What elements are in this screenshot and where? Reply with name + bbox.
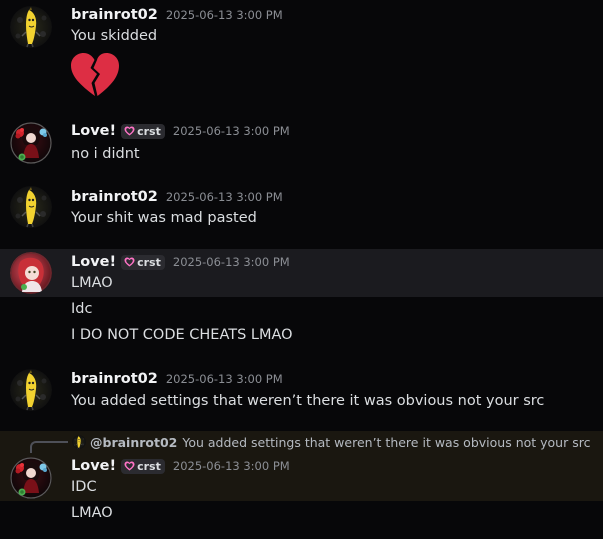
message-6: Love! crst 2025-06-13 3:00 PM IDC LMAO (0, 451, 603, 539)
message-2: Love! crst 2025-06-13 3:00 PM no i didnt (0, 110, 603, 172)
message-text: You skidded (71, 28, 158, 44)
message-header: brainrot02 2025-06-13 3:00 PM (71, 369, 283, 389)
banana-avatar-icon (10, 369, 52, 411)
timestamp[interactable]: 2025-06-13 3:00 PM (173, 255, 290, 269)
guild-tag-label: crst (137, 255, 161, 269)
username[interactable]: Love! (71, 254, 116, 270)
broken-heart-emoji[interactable] (70, 52, 120, 98)
heart-tag-icon (124, 461, 135, 471)
avatar[interactable] (10, 457, 52, 499)
username[interactable]: brainrot02 (71, 7, 158, 23)
avatar[interactable] (10, 369, 52, 411)
username[interactable]: Love! (71, 458, 116, 474)
message-header: brainrot02 2025-06-13 3:00 PM (71, 187, 283, 207)
username[interactable]: brainrot02 (71, 371, 158, 387)
message-text: You added settings that weren’t there it… (71, 393, 545, 409)
timestamp[interactable]: 2025-06-13 3:00 PM (166, 190, 283, 204)
heart-tag-icon (124, 257, 135, 267)
message-text: LMAO (71, 505, 113, 521)
message-header: brainrot02 2025-06-13 3:00 PM (71, 5, 283, 25)
message-header: Love! crst 2025-06-13 3:00 PM (71, 121, 290, 141)
heart-tag-icon (124, 126, 135, 136)
message-4: Love! crst 2025-06-13 3:00 PM LMAO Idc I… (0, 249, 603, 357)
timestamp[interactable]: 2025-06-13 3:00 PM (166, 8, 283, 22)
username[interactable]: brainrot02 (71, 189, 158, 205)
message-text: LMAO (71, 275, 113, 291)
avatar[interactable] (10, 6, 52, 48)
message-3: brainrot02 2025-06-13 3:00 PM Your shit … (0, 172, 603, 248)
banana-avatar-icon (72, 435, 86, 449)
guild-tag[interactable]: crst (121, 458, 165, 474)
avatar[interactable] (10, 122, 52, 164)
love-avatar-icon (10, 252, 52, 294)
message-text: no i didnt (71, 146, 140, 162)
timestamp[interactable]: 2025-06-13 3:00 PM (173, 124, 290, 138)
message-5: brainrot02 2025-06-13 3:00 PM You added … (0, 357, 603, 431)
guild-tag-label: crst (137, 124, 161, 138)
avatar[interactable] (10, 186, 52, 228)
timestamp[interactable]: 2025-06-13 3:00 PM (173, 459, 290, 473)
love-avatar-icon (10, 122, 52, 164)
message-text: Idc (71, 301, 93, 317)
guild-tag-label: crst (137, 459, 161, 473)
username[interactable]: Love! (71, 123, 116, 139)
guild-tag[interactable]: crst (121, 254, 165, 270)
broken-heart-icon (71, 53, 119, 96)
banana-avatar-icon (10, 6, 52, 48)
banana-avatar-icon (10, 186, 52, 228)
message-1: brainrot02 2025-06-13 3:00 PM You skidde… (0, 0, 603, 110)
message-header: Love! crst 2025-06-13 3:00 PM (71, 456, 290, 476)
reply-mention[interactable]: @brainrot02 (90, 435, 177, 450)
reply-text: You added settings that weren’t there it… (182, 434, 591, 450)
message-header: Love! crst 2025-06-13 3:00 PM (71, 252, 290, 272)
avatar[interactable] (10, 252, 52, 294)
message-text: I DO NOT CODE CHEATS LMAO (71, 327, 293, 343)
guild-tag[interactable]: crst (121, 123, 165, 139)
reply-avatar (72, 435, 86, 449)
timestamp[interactable]: 2025-06-13 3:00 PM (166, 372, 283, 386)
reply-preview[interactable]: @brainrot02 You added settings that were… (72, 433, 590, 451)
love-avatar-icon (10, 457, 52, 499)
message-text: Your shit was mad pasted (71, 210, 257, 226)
message-text: IDC (71, 479, 97, 495)
